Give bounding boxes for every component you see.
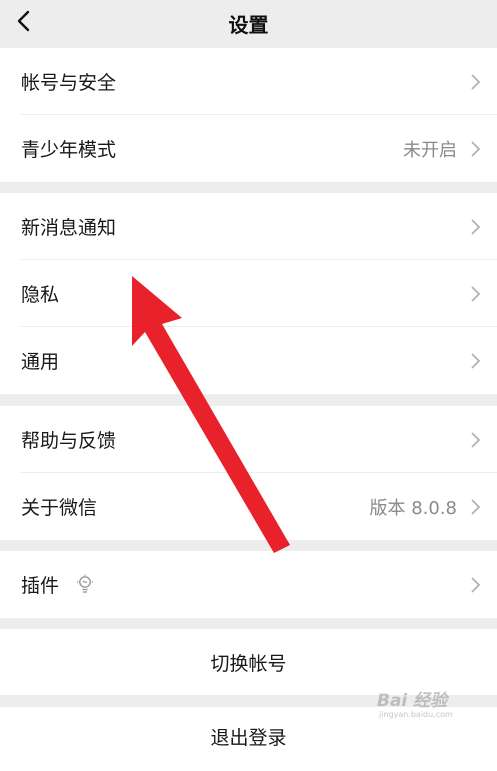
chevron-right-icon: [471, 432, 481, 448]
page-title: 设置: [228, 13, 269, 37]
row-account-security[interactable]: 帐号与安全: [0, 48, 497, 115]
chevron-right-icon: [471, 286, 481, 302]
settings-group-general: 新消息通知 隐私 通用: [0, 193, 497, 394]
row-general[interactable]: 通用: [0, 327, 497, 394]
row-label: 通用: [21, 351, 60, 373]
version-value: 版本 8.0.8: [369, 497, 457, 519]
row-value: 未开启: [403, 139, 457, 161]
settings-group-plugins: 插件: [0, 551, 497, 618]
row-notifications[interactable]: 新消息通知: [0, 193, 497, 260]
switch-account-label: 切换帐号: [210, 652, 287, 675]
row-label: 青少年模式: [21, 139, 117, 161]
row-help-feedback[interactable]: 帮助与反馈: [0, 406, 497, 473]
row-label: 隐私: [21, 284, 60, 306]
chevron-right-icon: [471, 141, 481, 157]
watermark-text: Bai 经验: [377, 691, 448, 711]
watermark-url: jingyan.baidu.com: [379, 710, 453, 719]
navigation-bar: 设置: [0, 0, 497, 47]
chevron-right-icon: [471, 353, 481, 369]
chevron-right-icon: [471, 219, 481, 235]
row-teen-mode[interactable]: 青少年模式 未开启: [0, 115, 497, 182]
row-label: 新消息通知: [21, 217, 117, 239]
row-label: 帐号与安全: [21, 72, 117, 94]
row-label: 关于微信: [21, 497, 98, 519]
chevron-right-icon: [471, 577, 481, 593]
chevron-right-icon: [471, 74, 481, 90]
watermark-logo: Bai 经验 jingyan.baidu.com: [375, 686, 475, 726]
settings-group-account: 帐号与安全 青少年模式 未开启: [0, 48, 497, 182]
row-label: 插件: [21, 575, 60, 597]
row-plugins[interactable]: 插件: [0, 551, 497, 618]
row-label: 帮助与反馈: [21, 430, 117, 452]
chevron-right-icon: [471, 499, 481, 515]
settings-group-help: 帮助与反馈 关于微信 版本 8.0.8: [0, 406, 497, 540]
lightbulb-icon: [77, 574, 93, 593]
row-about-wechat[interactable]: 关于微信 版本 8.0.8: [0, 473, 497, 540]
row-privacy[interactable]: 隐私: [0, 260, 497, 327]
